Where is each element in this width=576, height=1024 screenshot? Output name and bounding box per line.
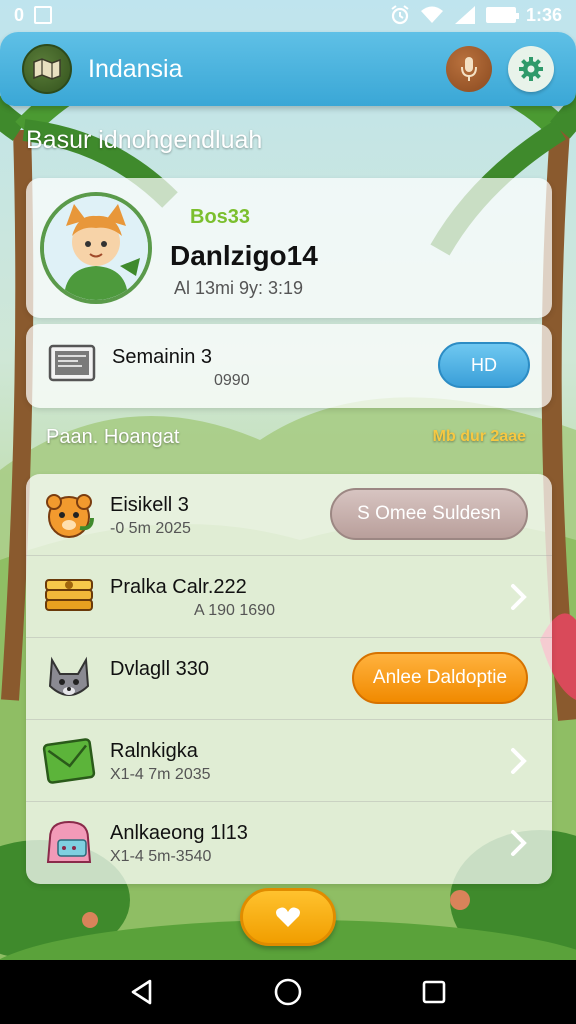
chalkboard-icon [48, 344, 96, 382]
session-title: Semainin 3 [112, 346, 213, 368]
status-bar: 0 1:36 [0, 0, 576, 30]
mic-icon [461, 57, 477, 81]
session-hd-button[interactable]: HD [438, 342, 530, 388]
item-subtitle: -0 5m 2025 [110, 520, 191, 537]
app-title: Indansia [88, 54, 183, 83]
gear-icon [519, 57, 543, 81]
item-action-button[interactable]: S Omee Suldesn [330, 488, 528, 540]
item-subtitle: X1-4 5m-3540 [110, 848, 212, 865]
recents-square-icon[interactable] [420, 978, 448, 1006]
favorite-fab-button[interactable] [240, 888, 336, 946]
item-title: Pralka Calr.222 [110, 576, 247, 598]
status-time: 1:36 [525, 4, 562, 25]
item-title: Eisikell 3 [110, 494, 189, 516]
list-item[interactable]: Ralnkigka X1-4 7m 2035 [26, 720, 552, 802]
item-list: Eisikell 3 -0 5m 2025 S Omee Suldesn Pra… [26, 474, 552, 884]
wifi-icon [420, 6, 443, 23]
coin-stack-icon [45, 579, 93, 611]
map-icon[interactable] [22, 44, 72, 94]
item-title: Dvlagll 330 [110, 658, 209, 680]
profile-level: Bos33 [190, 206, 251, 228]
list-item[interactable]: Anlkaeong 1l13 X1-4 5m-3540 [26, 802, 552, 884]
profile-card[interactable]: Bos33 Danlzigo14 Al 13mi 9y: 3:19 [26, 178, 552, 318]
item-title: Anlkaeong 1l13 [110, 822, 248, 844]
envelope-icon [42, 738, 96, 784]
app-bar: Indansia [0, 32, 576, 106]
item-subtitle: A 190 1690 [194, 602, 275, 619]
home-circle-icon[interactable] [273, 977, 303, 1007]
section-title: Paan. Hoangat [46, 426, 180, 448]
session-subtitle: 0990 [214, 372, 250, 389]
session-card: Semainin 3 0990 HD [26, 324, 552, 408]
profile-meta: Al 13mi 9y: 3:19 [174, 278, 304, 298]
chevron-right-icon[interactable] [508, 582, 530, 612]
wolf-icon [48, 656, 90, 696]
profile-name: Danlzigo14 [170, 240, 318, 271]
status-indicator: 0 [14, 4, 25, 25]
chevron-right-icon[interactable] [508, 828, 530, 858]
alarm-icon [391, 5, 409, 25]
battery-icon [485, 7, 519, 23]
mic-button[interactable] [446, 46, 492, 92]
chevron-right-icon[interactable] [508, 746, 530, 776]
settings-button[interactable] [508, 46, 554, 92]
list-item[interactable]: Eisikell 3 -0 5m 2025 S Omee Suldesn [26, 474, 552, 556]
section-badge[interactable]: Mb dur 2aae [433, 428, 526, 446]
item-title: Ralnkigka [110, 740, 198, 762]
heart-icon [276, 907, 300, 927]
system-nav-bar [0, 960, 576, 1024]
item-subtitle: X1-4 7m 2035 [110, 766, 211, 783]
page-title: Basur idnohgendluah [26, 126, 263, 154]
avatar[interactable] [40, 192, 152, 304]
tiger-icon [46, 494, 94, 538]
list-item[interactable]: Pralka Calr.222 A 190 1690 [26, 556, 552, 638]
back-triangle-icon[interactable] [128, 978, 156, 1006]
pink-bag-icon [46, 820, 92, 863]
item-action-button[interactable]: Anlee Daldoptie [352, 652, 528, 704]
signal-icon [454, 6, 475, 24]
list-item[interactable]: Dvlagll 330 Anlee Daldoptie [26, 638, 552, 720]
notification-icon [34, 6, 53, 24]
